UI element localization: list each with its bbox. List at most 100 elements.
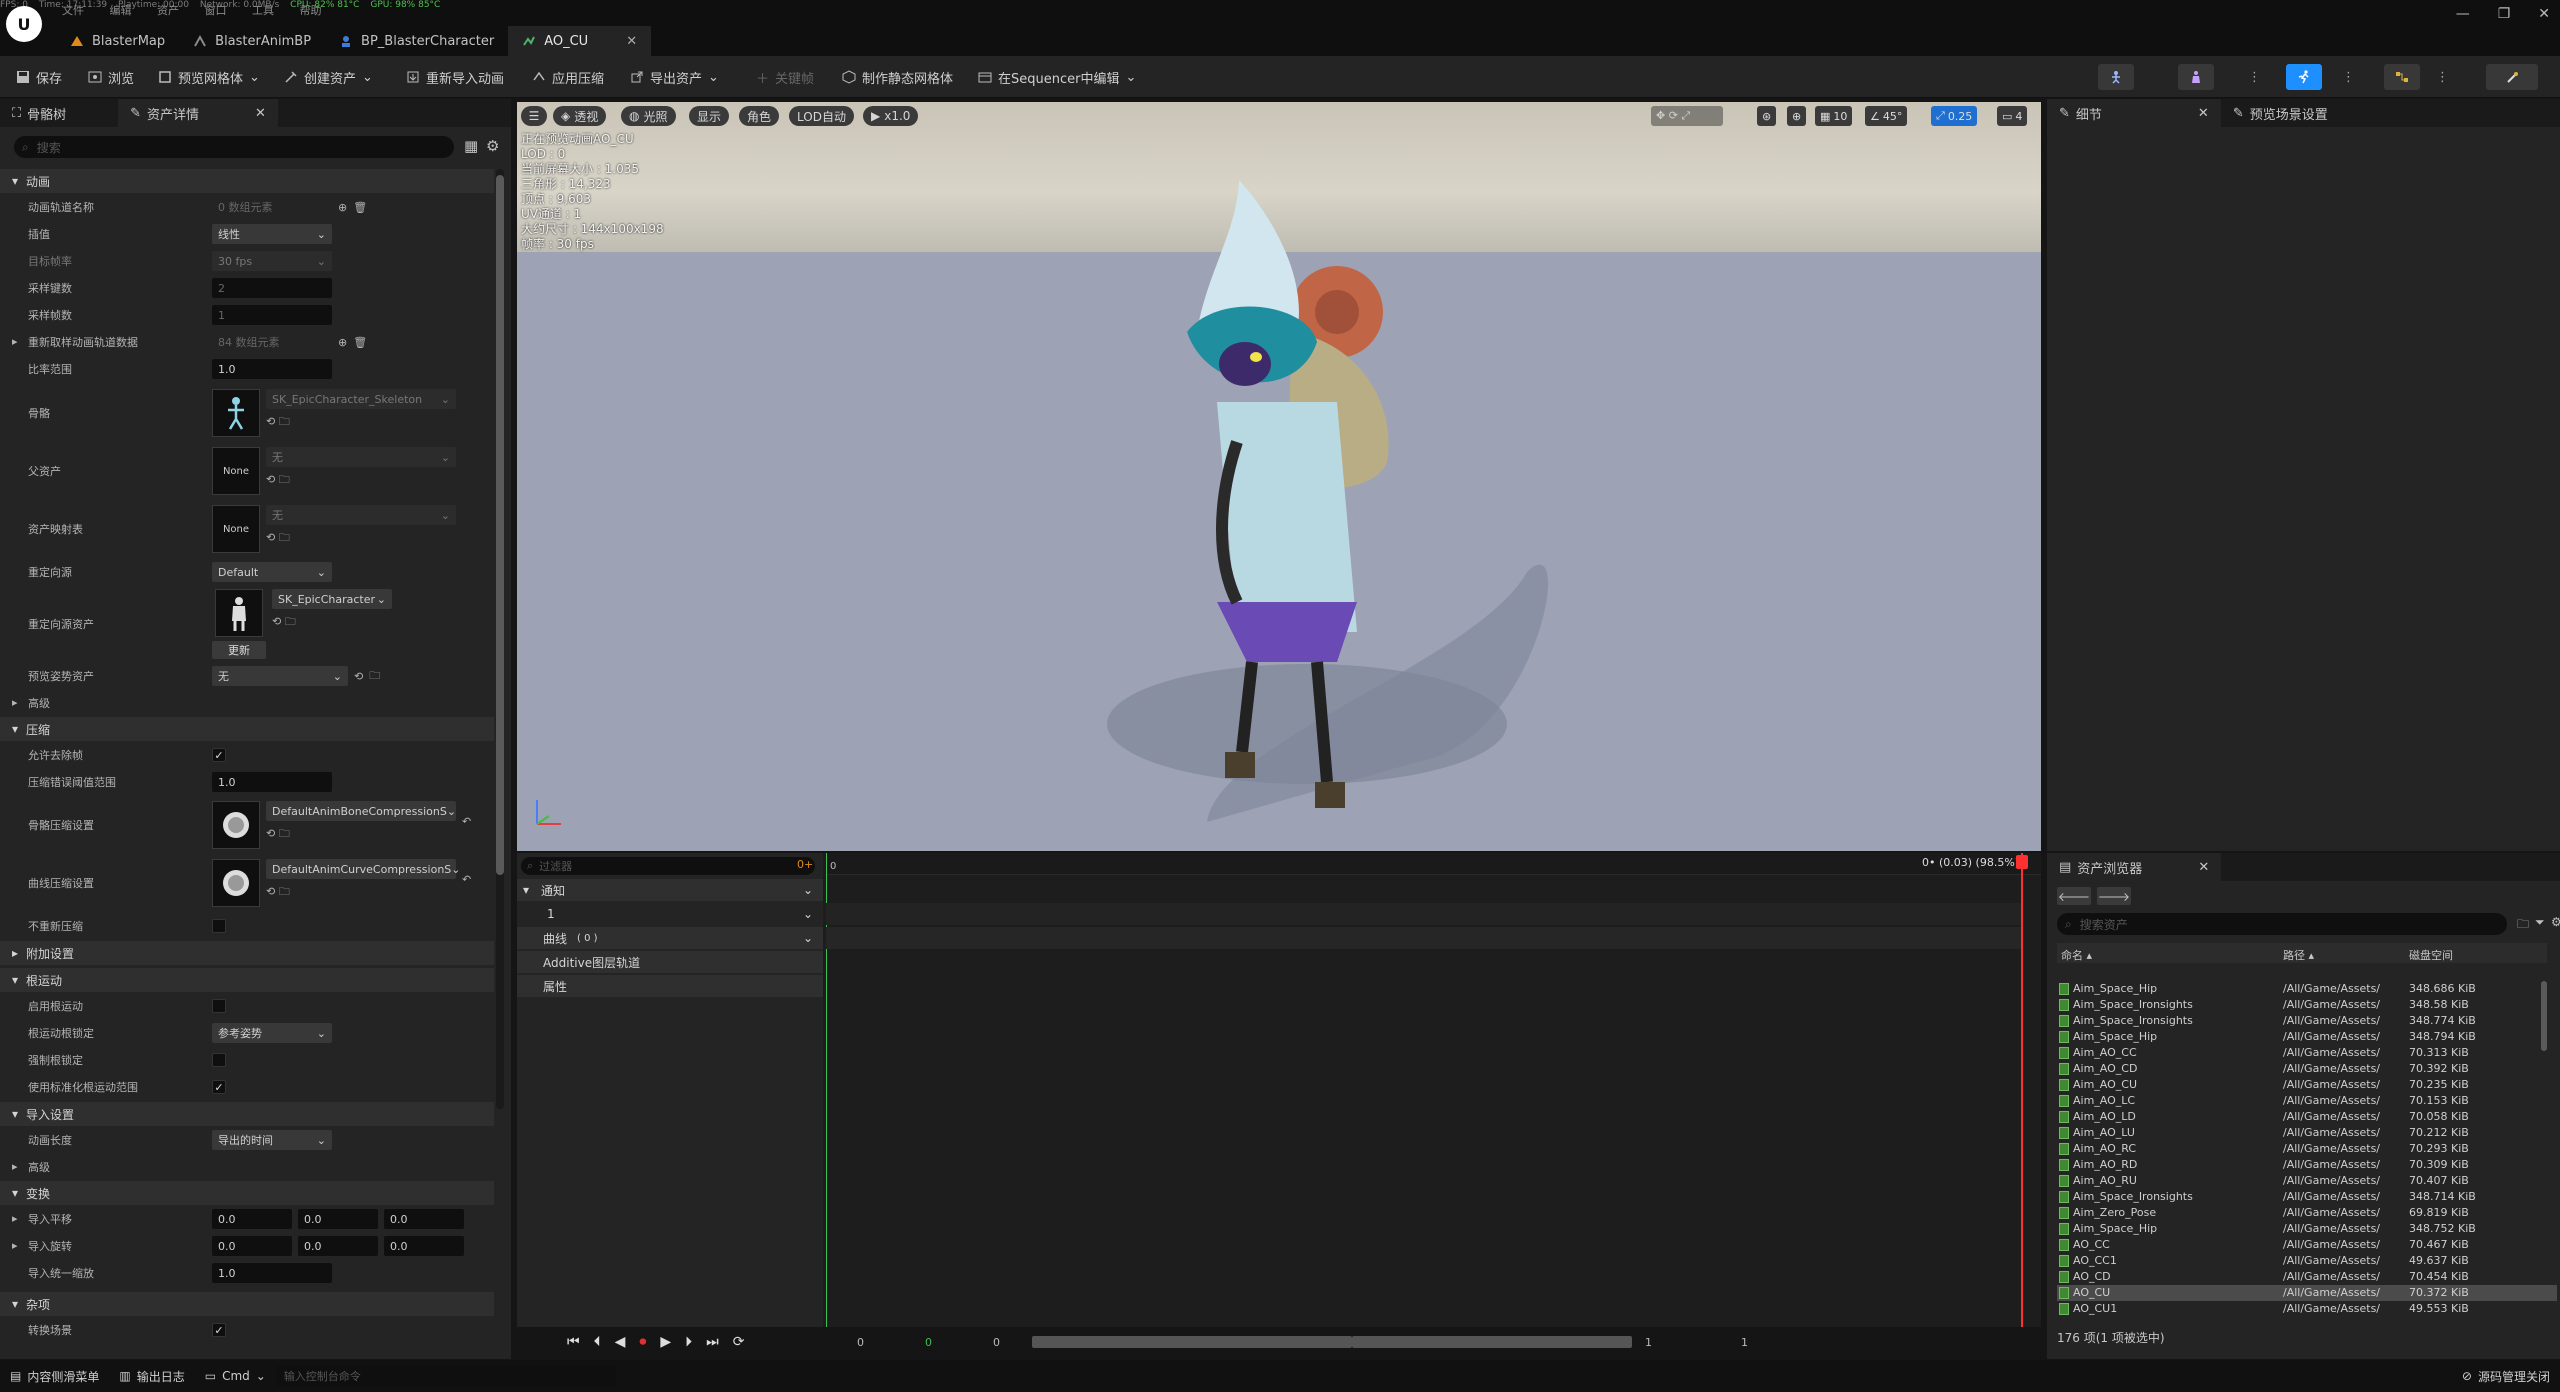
tab-blastermap[interactable]: BlasterMap [56,26,180,56]
column-size[interactable]: 磁盘空间 [2409,947,2453,963]
section-compression[interactable]: ▾ 压缩 [0,717,494,741]
preview-mesh-button[interactable]: 预览网格体 ⌄ [158,56,260,98]
menu-help[interactable]: 帮助 [300,4,322,17]
scale-snap-button[interactable]: ⤢ 0.25 [1931,106,1978,126]
close-window-icon[interactable]: ✕ [2538,6,2550,22]
back-arrow-icon[interactable]: 🡐 [2057,887,2091,905]
preview-viewport[interactable]: ☰ ◈ 透视 ◍ 光照 显示 角色 LOD自动 ▶ x1.0 正在预览动画AO_CU … [517,102,2041,851]
lit-button[interactable]: ◍ 光照 [621,106,676,126]
chevron-down-icon[interactable]: ⌄ [803,883,813,897]
browse-to-asset-icon[interactable]: 🗀 [279,885,290,898]
export-asset-button[interactable]: 导出资产 ⌄ [630,56,719,98]
forward-arrow-icon[interactable]: 🡒 [2097,887,2131,905]
asset-row[interactable]: Aim_Zero_Pose/All/Game/Assets/69.819 KiB [2057,1205,2557,1221]
preview-pose-dropdown[interactable]: 无 ⌄ [212,666,348,686]
viewport-menu-button[interactable]: ☰ [521,106,547,126]
asset-list-scrollbar[interactable] [2541,981,2547,1051]
play-end[interactable]: 1 [1645,1336,1652,1349]
physics-mode-button[interactable] [2486,64,2538,90]
restore-icon[interactable]: ❐ [2498,6,2511,22]
translation-x-field[interactable]: 0.0 [212,1209,292,1229]
normalized-root-checkbox[interactable]: ✓ [212,1080,226,1094]
folder-icon[interactable]: 🗀 [2517,915,2529,936]
asset-row[interactable]: Aim_Space_Hip/All/Game/Assets/348.794 Ki… [2057,1029,2557,1045]
step-back-icon[interactable]: ⏴ [594,1334,601,1350]
close-tab-icon[interactable]: ✕ [2198,860,2209,875]
menu-tools[interactable]: 工具 [252,4,274,17]
time-ruler[interactable] [826,853,2041,875]
curve-compression-dropdown[interactable]: DefaultAnimCurveCompressionS ⌄ [266,859,461,879]
browse-button[interactable]: 浏览 [88,56,134,98]
asset-row[interactable]: Aim_AO_CC/All/Game/Assets/70.313 KiB [2057,1045,2557,1061]
curve-compression-thumbnail[interactable] [212,859,260,907]
target-fps-dropdown[interactable]: 30 fps ⌄ [212,251,332,271]
chevron-right-icon[interactable]: ▸ [12,1212,18,1225]
trash-icon[interactable]: 🗑 [353,336,367,349]
perspective-button[interactable]: ◈ 透视 [553,106,607,126]
curves-track[interactable]: 曲线( 0 ) ⌄ [517,927,823,949]
play-start[interactable]: 0 [993,1336,1000,1349]
anim-length-dropdown[interactable]: 导出的时间 ⌄ [212,1130,332,1150]
root-lock-dropdown[interactable]: 参考姿势 ⌄ [212,1023,332,1043]
skeleton-dropdown[interactable]: SK_EpicCharacter_Skeleton ⌄ [266,389,456,409]
use-selected-icon[interactable]: ⟲ [266,531,275,544]
tab-bp-blastercharacter[interactable]: BP_BlasterCharacter [325,26,509,56]
lod-button[interactable]: LOD自动 [789,106,854,126]
error-threshold-field[interactable]: 1.0 [212,772,332,792]
timeline-scrollbar-track[interactable] [1352,1336,1632,1348]
menu-file[interactable]: 文件 [62,4,84,17]
asset-map-dropdown[interactable]: 无 ⌄ [266,505,456,525]
table-view-icon[interactable]: ▦ [464,137,478,155]
asset-row[interactable]: Aim_AO_LU/All/Game/Assets/70.212 KiB [2057,1125,2557,1141]
tab-skeleton-tree[interactable]: ⛶ 骨骼树 [0,99,79,127]
scrollbar-thumb[interactable] [496,175,504,875]
tab-asset-details[interactable]: ✎ 资产详情 ✕ [118,99,278,127]
edit-in-sequencer-button[interactable]: 在Sequencer中编辑 ⌄ [978,56,1136,98]
timeline-scrollbar[interactable] [1032,1336,1352,1348]
filter-icon[interactable]: ⏷ [2535,915,2545,930]
skeleton-thumbnail[interactable] [212,389,260,437]
section-import[interactable]: ▾ 导入设置 [0,1102,494,1126]
retarget-source-dropdown[interactable]: Default ⌄ [212,562,332,582]
curve-lane[interactable] [826,927,2021,949]
playhead[interactable] [2021,853,2023,1327]
details-scrollbar[interactable] [496,169,504,1109]
asset-row[interactable]: Aim_AO_RC/All/Game/Assets/70.293 KiB [2057,1141,2557,1157]
sample-keys-field[interactable]: 2 [212,278,332,298]
asset-row[interactable]: AO_CU/All/Game/Assets/70.372 KiB [2057,1285,2557,1301]
view-start[interactable]: 0 [925,1336,932,1349]
mesh-mode-button[interactable] [2178,64,2214,90]
apply-compression-button[interactable]: 应用压缩 [532,56,604,98]
record-icon[interactable]: ⏺ [639,1334,646,1350]
rotation-snap-button[interactable]: ∠ 45° [1865,106,1908,126]
tab-details[interactable]: ✎ 细节 ✕ [2047,99,2221,127]
more-options-icon[interactable]: ⋮ [2436,56,2449,98]
content-drawer-button[interactable]: ▤ 内容侧滑菜单 [0,1360,109,1392]
tab-blasteranimbp[interactable]: BlasterAnimBP [179,26,326,56]
tab-asset-browser[interactable]: ▤ 资产浏览器 ✕ [2047,853,2222,881]
use-selected-icon[interactable]: ⟲ [266,415,275,428]
unreal-logo-icon[interactable]: U [6,6,42,42]
trash-icon[interactable]: 🗑 [353,201,367,214]
no-recompress-checkbox[interactable] [212,919,226,933]
range-start[interactable]: 0 [857,1336,864,1349]
skeleton-mode-button[interactable] [2098,64,2134,90]
bone-compression-dropdown[interactable]: DefaultAnimBoneCompressionS ⌄ [266,801,456,821]
key-button[interactable]: ＋关键帧 [756,56,814,98]
close-tab-icon[interactable]: ✕ [626,34,637,49]
skip-to-end-icon[interactable]: ⏭ [706,1334,719,1350]
settings-gear-icon[interactable]: ⚙ [2551,915,2560,929]
parent-asset-dropdown[interactable]: 无 ⌄ [266,447,456,467]
playhead-handle[interactable] [2016,855,2028,869]
column-name[interactable]: 命名 ▴ [2061,947,2092,963]
asset-row[interactable]: Aim_Space_Ironsights/All/Game/Assets/348… [2057,997,2557,1013]
section-root-motion[interactable]: ▾ 根运动 [0,968,494,992]
close-tab-icon[interactable]: ✕ [2198,106,2209,121]
more-options-icon[interactable]: ⋮ [2248,56,2261,98]
console-command-input[interactable]: 输入控制台命令 [275,1366,616,1386]
additive-layer-track[interactable]: Additive图层轨道 [517,951,823,973]
asset-row[interactable]: AO_CD/All/Game/Assets/70.454 KiB [2057,1269,2557,1285]
more-options-icon[interactable]: ⋮ [2342,56,2355,98]
asset-row[interactable]: Aim_Space_Ironsights/All/Game/Assets/348… [2057,1013,2557,1029]
parent-asset-thumbnail[interactable]: None [212,447,260,495]
